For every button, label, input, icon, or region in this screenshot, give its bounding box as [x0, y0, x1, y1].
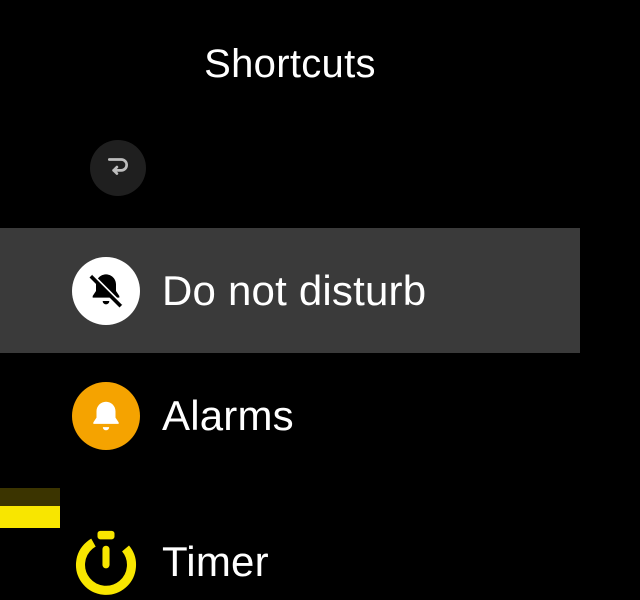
list-item-label: Alarms [162, 392, 294, 440]
accent-bar-shadow [0, 488, 60, 508]
back-icon [105, 153, 131, 184]
alarm-icon [72, 382, 140, 450]
list-item-do-not-disturb[interactable]: Do not disturb [0, 228, 580, 353]
list-item-label: Timer [162, 538, 269, 586]
list-item-label: Do not disturb [162, 267, 426, 315]
page-title: Shortcuts [0, 42, 580, 87]
list-item-alarms[interactable]: Alarms [0, 353, 580, 478]
accent-bar [0, 506, 60, 528]
list-item-timer[interactable]: Timer [0, 478, 580, 598]
screen: Shortcuts Do not disturb [0, 0, 640, 600]
back-button[interactable] [90, 140, 146, 196]
timer-icon [72, 528, 140, 596]
shortcuts-list: Do not disturb Alarms Timer [0, 228, 580, 598]
do-not-disturb-icon [72, 257, 140, 325]
